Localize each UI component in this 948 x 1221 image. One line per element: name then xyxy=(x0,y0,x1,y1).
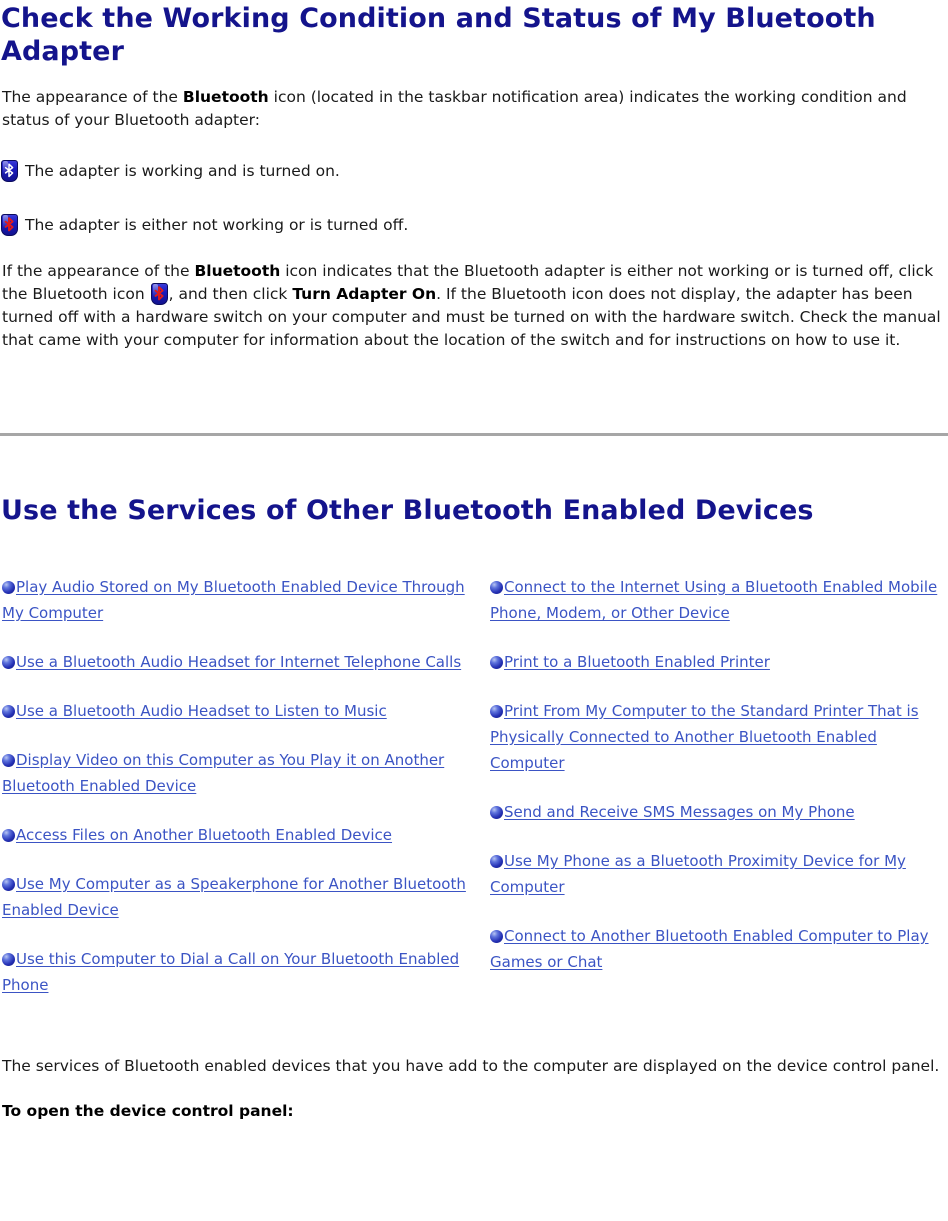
bluetooth-adapter-on-icon xyxy=(1,160,18,182)
list-item: Connect to the Internet Using a Bluetoot… xyxy=(490,574,948,626)
blue-sphere-bullet-icon xyxy=(2,953,15,966)
blue-sphere-bullet-icon xyxy=(2,705,15,718)
list-item: Use a Bluetooth Audio Headset for Intern… xyxy=(2,649,468,675)
section-two: Use the Services of Other Bluetooth Enab… xyxy=(0,494,948,527)
blue-sphere-bullet-icon xyxy=(490,806,503,819)
services-link-column-left: Play Audio Stored on My Bluetooth Enable… xyxy=(0,574,486,998)
blue-sphere-bullet-icon xyxy=(490,656,503,669)
list-item: Use My Computer as a Speakerphone for An… xyxy=(2,871,468,923)
open-control-panel-heading: To open the device control panel: xyxy=(2,1102,294,1120)
blue-sphere-bullet-icon xyxy=(2,656,15,669)
service-link-connect-internet[interactable]: Connect to the Internet Using a Bluetoot… xyxy=(490,578,937,622)
service-link-headset-listen-music[interactable]: Use a Bluetooth Audio Headset to Listen … xyxy=(16,702,387,720)
service-link-headset-telephone-calls[interactable]: Use a Bluetooth Audio Headset for Intern… xyxy=(16,653,461,671)
service-link-display-video[interactable]: Display Video on this Computer as You Pl… xyxy=(2,751,444,795)
services-link-columns: Play Audio Stored on My Bluetooth Enable… xyxy=(0,574,948,998)
list-item: Play Audio Stored on My Bluetooth Enable… xyxy=(2,574,468,626)
blue-sphere-bullet-icon xyxy=(2,878,15,891)
blue-sphere-bullet-icon xyxy=(2,754,15,767)
list-item: Send and Receive SMS Messages on My Phon… xyxy=(490,799,948,825)
list-item: Connect to Another Bluetooth Enabled Com… xyxy=(490,923,948,975)
detail-text-part-3: , and then click xyxy=(168,285,293,303)
blue-sphere-bullet-icon xyxy=(490,581,503,594)
service-link-proximity-device[interactable]: Use My Phone as a Bluetooth Proximity De… xyxy=(490,852,906,896)
list-item: Access Files on Another Bluetooth Enable… xyxy=(2,822,468,848)
intro-paragraph: The appearance of the Bluetooth icon (lo… xyxy=(0,86,948,132)
service-link-print-standard-printer[interactable]: Print From My Computer to the Standard P… xyxy=(490,702,919,772)
intro-bold-bluetooth: Bluetooth xyxy=(182,88,269,106)
closing-paragraph: The services of Bluetooth enabled device… xyxy=(2,1057,940,1075)
detail-paragraph: If the appearance of the Bluetooth icon … xyxy=(0,260,948,352)
bluetooth-adapter-off-icon xyxy=(1,214,18,236)
service-link-dial-a-call[interactable]: Use this Computer to Dial a Call on Your… xyxy=(2,950,459,994)
adapter-status-row-off: The adapter is either not working or is … xyxy=(0,210,948,240)
blue-sphere-bullet-icon xyxy=(2,829,15,842)
intro-text-part-1: The appearance of the xyxy=(2,88,183,106)
document-page: Check the Working Condition and Status o… xyxy=(0,0,948,1123)
section-one: Check the Working Condition and Status o… xyxy=(0,0,948,68)
list-item: Use My Phone as a Bluetooth Proximity De… xyxy=(490,848,948,900)
list-item: Print From My Computer to the Standard P… xyxy=(490,698,948,776)
blue-sphere-bullet-icon xyxy=(490,855,503,868)
blue-sphere-bullet-icon xyxy=(2,581,15,594)
list-item: Display Video on this Computer as You Pl… xyxy=(2,747,468,799)
service-link-play-audio[interactable]: Play Audio Stored on My Bluetooth Enable… xyxy=(2,578,465,622)
list-item: Print to a Bluetooth Enabled Printer xyxy=(490,649,948,675)
service-link-sms-messages[interactable]: Send and Receive SMS Messages on My Phon… xyxy=(504,803,855,821)
services-link-column-right: Connect to the Internet Using a Bluetoot… xyxy=(486,574,948,975)
detail-text-part-1: If the appearance of the xyxy=(2,262,195,280)
section-two-title: Use the Services of Other Bluetooth Enab… xyxy=(1,495,814,526)
bluetooth-adapter-off-inline-icon xyxy=(150,283,168,305)
detail-bold-turn-adapter-on: Turn Adapter On xyxy=(292,285,437,303)
service-link-speakerphone[interactable]: Use My Computer as a Speakerphone for An… xyxy=(2,875,466,919)
service-link-access-files[interactable]: Access Files on Another Bluetooth Enable… xyxy=(16,826,392,844)
adapter-status-off-label: The adapter is either not working or is … xyxy=(25,215,409,234)
adapter-status-row-on: The adapter is working and is turned on. xyxy=(0,156,948,186)
service-link-games-or-chat[interactable]: Connect to Another Bluetooth Enabled Com… xyxy=(490,927,929,971)
service-link-print-bluetooth-printer[interactable]: Print to a Bluetooth Enabled Printer xyxy=(504,653,770,671)
adapter-status-on-label: The adapter is working and is turned on. xyxy=(25,161,340,180)
list-item: Use this Computer to Dial a Call on Your… xyxy=(2,946,468,998)
list-item: Use a Bluetooth Audio Headset to Listen … xyxy=(2,698,468,724)
blue-sphere-bullet-icon xyxy=(490,930,503,943)
blue-sphere-bullet-icon xyxy=(490,705,503,718)
page-title: Check the Working Condition and Status o… xyxy=(1,3,876,67)
detail-bold-bluetooth: Bluetooth xyxy=(194,262,281,280)
